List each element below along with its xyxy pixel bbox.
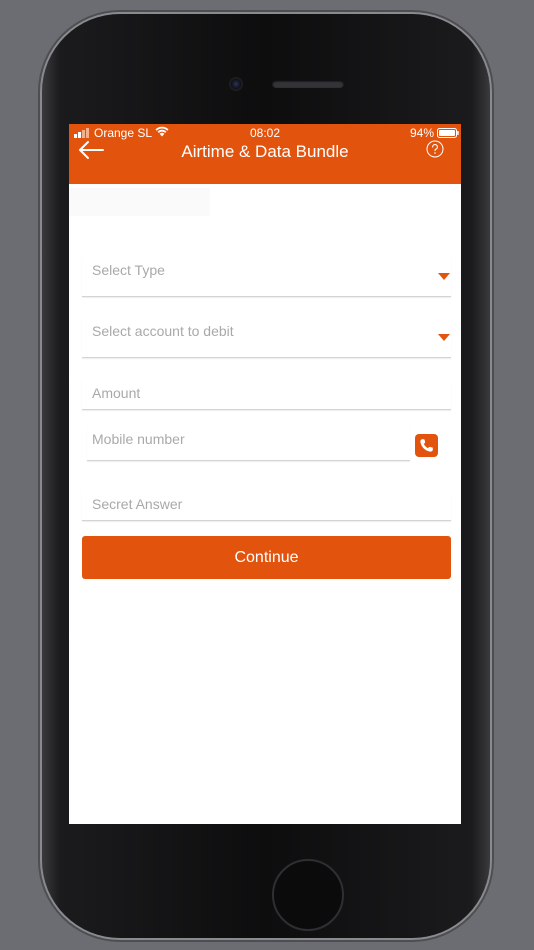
battery-icon [437,128,459,138]
page-title: Airtime & Data Bundle [181,142,349,161]
amount-field-wrapper [82,379,451,410]
battery-percentage: 94% [410,126,435,140]
mobile-field-wrapper [87,426,410,461]
status-bar: Orange SL 08:02 94% [69,126,461,140]
app-header: Orange SL 08:02 94% Airtime & Data Bundl… [69,124,461,184]
select-type-field[interactable] [92,256,421,284]
mobile-number-input[interactable] [92,426,375,452]
secret-field-wrapper [82,490,451,521]
continue-label: Continue [234,548,299,566]
earpiece-speaker [272,80,344,88]
chevron-down-icon [438,334,450,341]
app-screen: Orange SL 08:02 94% Airtime & Data Bundl… [69,124,461,824]
home-button[interactable] [272,859,344,931]
chevron-down-icon [438,273,450,280]
secret-answer-input[interactable] [92,490,421,518]
loading-placeholder [69,188,210,216]
phone-icon [420,439,433,452]
contact-picker-button[interactable] [415,434,438,457]
continue-button[interactable]: Continue [82,536,451,579]
select-account-dropdown[interactable] [82,317,451,358]
select-type-dropdown[interactable] [82,256,451,297]
select-account-field[interactable] [92,317,421,345]
front-camera [229,77,243,91]
help-circle-icon[interactable] [426,140,444,158]
amount-input[interactable] [92,379,421,407]
status-time: 08:02 [249,126,281,140]
